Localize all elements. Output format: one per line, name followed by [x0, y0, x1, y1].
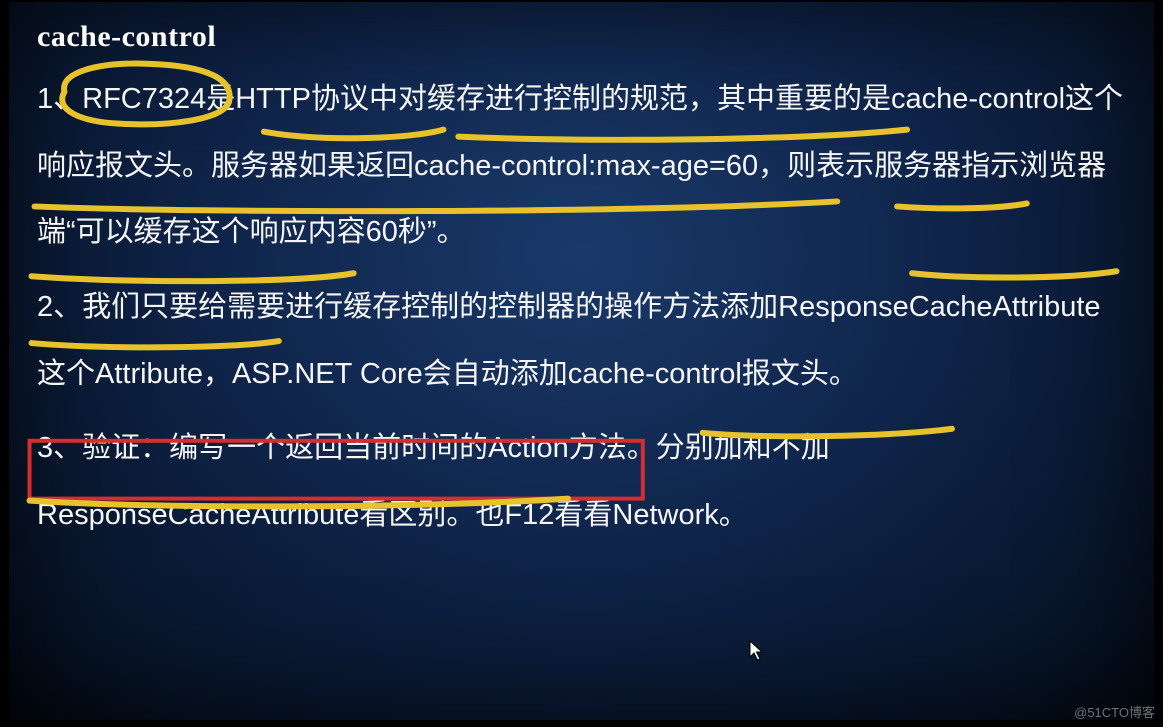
- paragraph-2: 2、我们只要给需要进行缓存控制的控制器的操作方法添加ResponseCacheA…: [37, 274, 1126, 407]
- slide: cache-control 1、RFC7324是HTTP协议中对缓存进行控制的规…: [8, 1, 1155, 721]
- slide-body: 1、RFC7324是HTTP协议中对缓存进行控制的规范，其中重要的是cache-…: [37, 66, 1126, 549]
- slide-container: cache-control 1、RFC7324是HTTP协议中对缓存进行控制的规…: [0, 0, 1163, 727]
- cursor-icon: [749, 640, 765, 662]
- slide-title: cache-control: [37, 20, 1126, 54]
- paragraph-3: 3、验证：编写一个返回当前时间的Action方法。分别加和不加ResponseC…: [37, 415, 1126, 548]
- paragraph-1: 1、RFC7324是HTTP协议中对缓存进行控制的规范，其中重要的是cache-…: [37, 66, 1126, 266]
- watermark: @51CTO博客: [1074, 702, 1155, 721]
